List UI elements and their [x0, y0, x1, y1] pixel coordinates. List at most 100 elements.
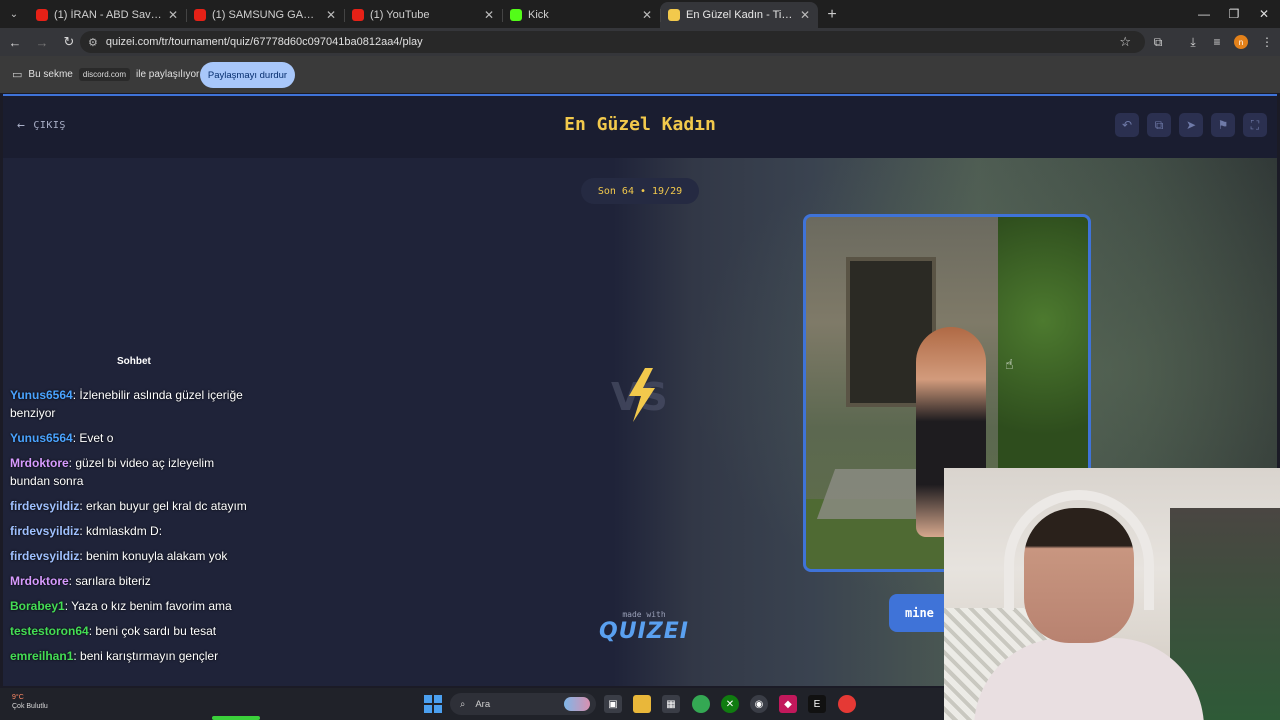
- link-icon[interactable]: ⧉: [1147, 113, 1171, 137]
- close-icon[interactable]: ✕: [484, 8, 494, 22]
- store-icon[interactable]: ▦: [662, 695, 680, 713]
- youtube-icon: [36, 9, 48, 21]
- chat-message: Yunus6564: İzlenebilir aslında güzel içe…: [10, 386, 250, 422]
- tab-title: (1) İRAN - ABD Savaşı: Rejim Çö: [54, 9, 162, 21]
- chat-text: : benim konuyla alakam yok: [79, 549, 228, 563]
- candidate-photo-foliage: [998, 217, 1088, 477]
- chat-message: Mrdoktore: sarılara biteriz: [10, 572, 250, 590]
- chat-username: testestoron64: [10, 624, 89, 638]
- reload-icon[interactable]: ↻: [57, 30, 81, 54]
- round-indicator: Son 64 • 19/29: [581, 178, 699, 204]
- browser-tab[interactable]: Kick ✕: [502, 2, 660, 28]
- address-bar[interactable]: ⚙ quizei.com/tr/tournament/quiz/67778d60…: [80, 31, 1145, 53]
- weather-widget[interactable]: 9°C Çok Bulutlu: [12, 693, 48, 711]
- back-icon[interactable]: ←: [3, 30, 27, 54]
- restore-icon[interactable]: ❐: [1218, 0, 1250, 28]
- made-with-badge[interactable]: made with QUIZEI: [599, 610, 689, 644]
- file-explorer-icon[interactable]: [633, 695, 651, 713]
- extensions-icon[interactable]: ⧉: [1146, 30, 1170, 54]
- browser-tab[interactable]: (1) YouTube ✕: [344, 2, 502, 28]
- profile-avatar[interactable]: n: [1234, 35, 1248, 49]
- tab-strip: ⌄ (1) İRAN - ABD Savaşı: Rejim Çö ✕ (1) …: [0, 0, 1280, 28]
- chat-message: firdevsyildiz: erkan buyur gel kral dc a…: [10, 497, 250, 515]
- download-icon[interactable]: ⤓: [1181, 30, 1205, 54]
- vs-badge: VS: [611, 368, 668, 422]
- chat-text: : erkan buyur gel kral dc atayım: [79, 499, 247, 513]
- chat-username: Borabey1: [10, 599, 65, 613]
- media-icon[interactable]: ≡: [1205, 30, 1229, 54]
- chrome-icon[interactable]: [692, 695, 710, 713]
- share-suffix: ile paylaşılıyor: [136, 69, 200, 80]
- share-target-chip: discord.com: [78, 68, 130, 81]
- chat-username: Mrdoktore: [10, 574, 69, 588]
- browser-tab[interactable]: (1) SAMSUNG GALAXY S26 ULT ✕: [186, 2, 344, 28]
- app-icon[interactable]: ◆: [779, 695, 797, 713]
- chat-username: firdevsyildiz: [10, 499, 80, 513]
- menu-icon[interactable]: ⋮: [1255, 30, 1279, 54]
- share-status: ▭ Bu sekme discord.com ile paylaşılıyor: [12, 68, 199, 81]
- app-red-icon[interactable]: [838, 695, 856, 713]
- chat-text: : kdmlaskdm D:: [79, 524, 163, 538]
- browser-tab[interactable]: (1) İRAN - ABD Savaşı: Rejim Çö ✕: [28, 2, 186, 28]
- task-view-icon[interactable]: ▣: [604, 695, 622, 713]
- youtube-icon: [352, 9, 364, 21]
- chat-message: Yunus6564: Evet o: [10, 429, 250, 447]
- chat-text: : sarılara biteriz: [68, 574, 151, 588]
- kick-icon: [510, 9, 522, 21]
- tab-title: Kick: [528, 9, 549, 21]
- close-icon[interactable]: ✕: [168, 8, 178, 22]
- fullscreen-icon[interactable]: ⛶: [1243, 113, 1267, 137]
- windows-start-icon[interactable]: [424, 695, 442, 713]
- window-close-icon[interactable]: ✕: [1248, 0, 1280, 28]
- site-info-icon[interactable]: ⚙: [88, 36, 98, 49]
- taskbar-search[interactable]: ⌕ Ara: [450, 693, 596, 715]
- chat-username: emreilhan1: [10, 649, 74, 663]
- taskbar-active-indicator: [212, 716, 260, 720]
- minimize-icon[interactable]: —: [1188, 0, 1220, 28]
- bookmark-star-icon[interactable]: ☆: [1119, 34, 1131, 50]
- new-tab-button[interactable]: +: [818, 2, 846, 28]
- made-with-label: made with: [622, 610, 666, 619]
- chat-username: Mrdoktore: [10, 456, 69, 470]
- chat-username: Yunus6564: [10, 431, 73, 445]
- chat-message: firdevsyildiz: kdmlaskdm D:: [10, 522, 250, 540]
- tab-search-button[interactable]: ⌄: [0, 0, 28, 28]
- headset-icon: [1004, 490, 1154, 610]
- share-icon[interactable]: ➤: [1179, 113, 1203, 137]
- undo-icon[interactable]: ↶: [1115, 113, 1139, 137]
- epic-games-icon[interactable]: E: [808, 695, 826, 713]
- page-header: ← ÇIKIŞ En Güzel Kadın ↶ ⧉ ➤ ⚑ ⛶: [3, 96, 1277, 158]
- quizei-icon: [668, 9, 680, 21]
- close-icon[interactable]: ✕: [642, 8, 652, 22]
- browser-toolbar: ← → ↻ ⚙ quizei.com/tr/tournament/quiz/67…: [0, 28, 1280, 56]
- xbox-icon[interactable]: ✕: [721, 695, 739, 713]
- chat-username: firdevsyildiz: [10, 524, 80, 538]
- forward-icon[interactable]: →: [30, 30, 54, 54]
- page-title: En Güzel Kadın: [564, 114, 716, 135]
- chat-text: : Evet o: [72, 431, 114, 445]
- chat-title: Sohbet: [117, 356, 151, 367]
- chat-text: : beni çok sardı bu tesat: [88, 624, 217, 638]
- chat-message: testestoron64: beni çok sardı bu tesat: [10, 622, 250, 640]
- url-text[interactable]: quizei.com/tr/tournament/quiz/67778d60c0…: [106, 36, 423, 48]
- tab-title: (1) SAMSUNG GALAXY S26 ULT: [212, 9, 320, 21]
- tab-title: (1) YouTube: [370, 9, 430, 21]
- chat-overlay: Yunus6564: İzlenebilir aslında güzel içe…: [10, 386, 250, 672]
- screen-share-icon: ▭: [12, 69, 23, 81]
- taskbar-search-placeholder: Ara: [475, 698, 491, 710]
- flag-icon[interactable]: ⚑: [1211, 113, 1235, 137]
- chat-message: firdevsyildiz: benim konuyla alakam yok: [10, 547, 250, 565]
- browser-tab-active[interactable]: En Güzel Kadın - Tier List, K ✕: [660, 2, 818, 28]
- mouse-cursor-icon: ☝: [1005, 356, 1014, 372]
- steam-icon[interactable]: ◉: [750, 695, 768, 713]
- close-icon[interactable]: ✕: [800, 8, 810, 22]
- chat-message: emreilhan1: beni karıştırmayın gençler: [10, 647, 250, 665]
- search-highlight-icon: [564, 697, 590, 711]
- chat-message: Borabey1: Yaza o kız benim favorim ama: [10, 597, 250, 615]
- chat-text: : Yaza o kız benim favorim ama: [64, 599, 232, 613]
- stop-sharing-button[interactable]: Paylaşmayı durdur: [200, 62, 295, 88]
- search-icon: ⌕: [460, 698, 466, 710]
- quizei-logo: QUIZEI: [599, 619, 689, 644]
- chat-username: Yunus6564: [10, 388, 73, 402]
- close-icon[interactable]: ✕: [326, 8, 336, 22]
